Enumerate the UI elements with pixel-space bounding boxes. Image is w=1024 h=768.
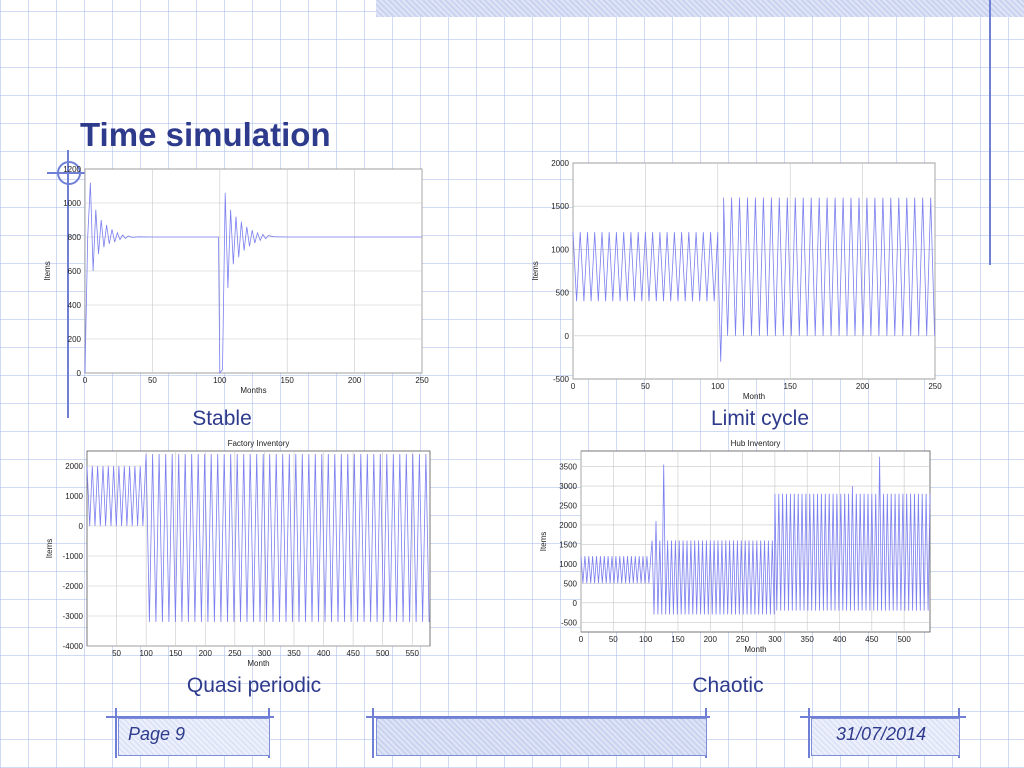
- x-tick-label: 50: [112, 649, 121, 658]
- x-tick-label: 0: [83, 376, 88, 385]
- y-tick-label: 3000: [559, 482, 577, 491]
- y-tick-label: -4000: [63, 642, 84, 651]
- y-tick-label: -2000: [63, 582, 84, 591]
- x-tick-label: 550: [406, 649, 420, 658]
- x-tick-label: 450: [346, 649, 360, 658]
- y-tick-label: 1200: [63, 165, 81, 174]
- y-tick-label: -3000: [63, 612, 84, 621]
- y-tick-label: 200: [68, 335, 82, 344]
- y-tick-label: 1500: [559, 540, 577, 549]
- y-axis-label: Items: [539, 532, 548, 552]
- y-tick-label: 0: [77, 369, 82, 378]
- y-tick-label: 500: [564, 579, 578, 588]
- quasi-periodic-chart: 50 100 150 200 250 300 350 400 450 500 550 -4000 -30…: [45, 439, 431, 668]
- x-tick-label: 400: [317, 649, 331, 658]
- caption-limit-cycle: Limit cycle: [710, 407, 810, 430]
- x-tick-label: 300: [768, 635, 782, 644]
- x-tick-label: 200: [856, 382, 870, 391]
- caption-quasi-periodic: Quasi periodic: [186, 674, 322, 697]
- y-tick-label: 500: [556, 289, 570, 298]
- y-tick-label: 1000: [551, 245, 569, 254]
- y-tick-label: 1000: [559, 560, 577, 569]
- x-tick-label: 400: [833, 635, 847, 644]
- x-tick-label: 200: [199, 649, 213, 658]
- chaotic-chart: 0 50 100 150 200 250 300 350 400 450 500-500050010…: [539, 439, 931, 654]
- x-tick-label: 300: [258, 649, 272, 658]
- y-axis-label: Items: [45, 539, 54, 559]
- y-tick-label: 2500: [559, 501, 577, 510]
- y-tick-label: 400: [68, 301, 82, 310]
- chart-title: Hub Inventory: [731, 439, 781, 448]
- y-tick-label: 1000: [63, 199, 81, 208]
- x-tick-label: 50: [609, 635, 618, 644]
- x-tick-label: 0: [579, 635, 584, 644]
- y-tick-label: -1000: [63, 552, 84, 561]
- x-tick-label: 150: [281, 376, 295, 385]
- y-axis-label: Items: [43, 261, 52, 281]
- x-tick-label: 0: [571, 382, 576, 391]
- y-tick-label: 1500: [551, 202, 569, 211]
- y-tick-label: 0: [573, 599, 578, 608]
- x-tick-label: 200: [704, 635, 718, 644]
- right-decor-line: [989, 0, 991, 265]
- x-tick-label: 250: [736, 635, 750, 644]
- x-axis-label: Month: [743, 392, 765, 401]
- x-tick-label: 100: [213, 376, 227, 385]
- x-tick-label: 250: [928, 382, 942, 391]
- page-title: Time simulation: [80, 116, 331, 153]
- x-axis-label: Month: [247, 659, 269, 668]
- x-axis-label: Months: [240, 386, 266, 395]
- x-tick-label: 100: [639, 635, 653, 644]
- x-axis-label: Month: [744, 645, 766, 654]
- y-tick-label: 2000: [65, 462, 83, 471]
- y-tick-label: -500: [561, 618, 578, 627]
- slide-date: 31/07/2014: [836, 724, 927, 744]
- x-tick-label: 150: [784, 382, 798, 391]
- x-tick-label: 100: [139, 649, 153, 658]
- y-tick-label: 800: [68, 233, 82, 242]
- y-tick-label: 2000: [551, 159, 569, 168]
- x-tick-label: 450: [865, 635, 879, 644]
- y-tick-label: 0: [565, 332, 570, 341]
- x-tick-label: 500: [376, 649, 390, 658]
- footer-center-box: [376, 718, 707, 756]
- x-tick-label: 350: [801, 635, 815, 644]
- y-tick-label: 2000: [559, 521, 577, 530]
- limit-cycle-chart: 0 50 100 150 200 250-5000500100015002000Month…: [531, 159, 942, 401]
- x-tick-label: 250: [415, 376, 429, 385]
- caption-stable: Stable: [192, 407, 252, 430]
- x-tick-label: 150: [169, 649, 183, 658]
- chart-title: Factory Inventory: [228, 439, 290, 448]
- x-tick-label: 50: [148, 376, 157, 385]
- x-tick-label: 100: [711, 382, 725, 391]
- y-tick-label: 3500: [559, 463, 577, 472]
- page-number: Page 9: [128, 724, 186, 744]
- x-tick-label: 50: [641, 382, 650, 391]
- y-axis-label: Items: [531, 261, 540, 281]
- x-tick-label: 350: [287, 649, 301, 658]
- x-tick-label: 200: [348, 376, 362, 385]
- y-tick-label: 600: [68, 267, 82, 276]
- stable-chart: 0 50 100 150 200 250 0 200 400 600 800 1000 1200 Mont…: [43, 165, 429, 395]
- caption-chaotic: Chaotic: [692, 674, 764, 697]
- y-tick-label: -500: [553, 375, 570, 384]
- top-decor-band: [376, 0, 1024, 17]
- x-tick-label: 250: [228, 649, 242, 658]
- x-tick-label: 150: [671, 635, 685, 644]
- y-tick-label: 1000: [65, 492, 83, 501]
- x-tick-label: 500: [897, 635, 911, 644]
- y-tick-label: 0: [79, 522, 84, 531]
